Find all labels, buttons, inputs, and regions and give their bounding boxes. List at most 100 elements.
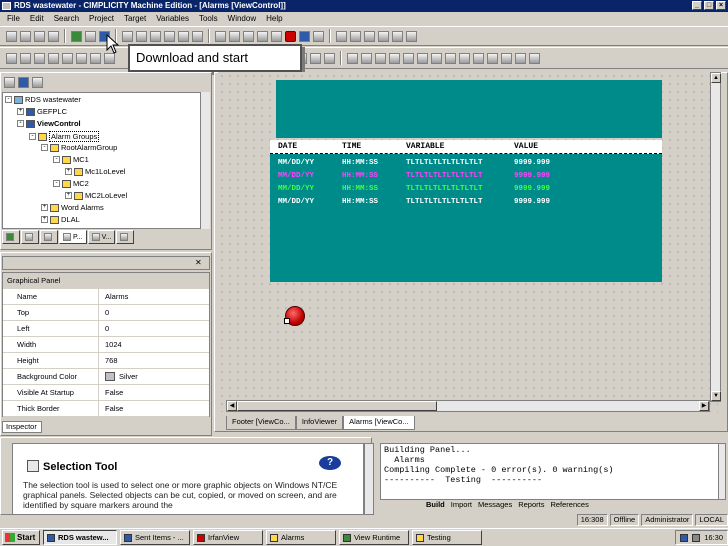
validate-icon[interactable] xyxy=(71,30,82,42)
copy-icon[interactable] xyxy=(136,30,147,42)
menu-tools[interactable]: Tools xyxy=(194,14,223,23)
download-icon[interactable] xyxy=(85,30,96,42)
tree-item-mc2lolevel[interactable]: + MC2LoLevel xyxy=(65,191,127,200)
nav-help-icon[interactable] xyxy=(32,76,43,88)
space-vert-icon[interactable] xyxy=(310,52,321,64)
image-icon[interactable] xyxy=(243,30,254,42)
property-row[interactable]: Width 1024 xyxy=(3,337,209,353)
home-icon[interactable] xyxy=(364,30,375,42)
minimize-button[interactable]: _ xyxy=(692,1,702,10)
taskbar-item-testing[interactable]: Testing xyxy=(412,530,482,545)
canvas-horizontal-scrollbar[interactable]: ◀ ▶ xyxy=(226,400,710,412)
taskbar-item-alarms[interactable]: Alarms xyxy=(266,530,336,545)
new-project-icon[interactable] xyxy=(6,30,17,42)
menu-search[interactable]: Search xyxy=(49,14,84,23)
polygon-tool-icon[interactable] xyxy=(403,52,414,64)
same-size-icon[interactable] xyxy=(324,52,335,64)
tree-scrollbar[interactable] xyxy=(200,92,210,229)
slider-tool-icon[interactable] xyxy=(515,52,526,64)
align-bottom-icon[interactable] xyxy=(76,52,87,64)
property-row[interactable]: Top 0 xyxy=(3,305,209,321)
delete-icon[interactable] xyxy=(164,30,175,42)
tab-project[interactable]: P... xyxy=(59,230,87,244)
menu-window[interactable]: Window xyxy=(223,14,261,23)
forward-arrow-icon[interactable] xyxy=(350,30,361,42)
selection-handle[interactable] xyxy=(284,318,290,324)
tab-navigator-1[interactable] xyxy=(2,230,20,244)
property-row[interactable]: Height 768 xyxy=(3,353,209,369)
arc-tool-icon[interactable] xyxy=(417,52,428,64)
bitmap-tool-icon[interactable] xyxy=(459,52,470,64)
menu-project[interactable]: Project xyxy=(84,14,119,23)
inspector-tab[interactable]: Inspector xyxy=(2,421,42,433)
help-question-icon[interactable]: ? xyxy=(319,456,341,470)
alarm-tool-icon[interactable] xyxy=(473,52,484,64)
open-project-icon[interactable] xyxy=(20,30,31,42)
network-icon[interactable] xyxy=(680,533,689,542)
text-tool-icon[interactable] xyxy=(431,52,442,64)
tab-infoviewer[interactable]: InfoViewer xyxy=(295,416,344,430)
tree-item-project[interactable]: - RDS wastewater xyxy=(5,95,81,104)
undo-icon[interactable] xyxy=(178,30,189,42)
tree-item-viewcontrol[interactable]: - ViewControl xyxy=(17,119,81,128)
redo-icon[interactable] xyxy=(192,30,203,42)
group-icon[interactable] xyxy=(90,52,101,64)
tab-footer[interactable]: Footer [ViewCo... xyxy=(226,416,296,430)
close-button[interactable]: × xyxy=(716,1,726,10)
tree-item-mc1lolevel[interactable]: + Mc1LoLevel xyxy=(65,167,125,176)
inspector-close-icon[interactable]: ✕ xyxy=(195,258,205,268)
tab-navigator-3[interactable] xyxy=(40,230,58,244)
taskbar-item-view-runtime[interactable]: View Runtime xyxy=(339,530,409,545)
tab-help[interactable] xyxy=(116,230,135,244)
tag-icon[interactable] xyxy=(271,30,282,42)
help-scrollbar[interactable] xyxy=(364,443,374,515)
tree-item-word-alarms[interactable]: + Word Alarms xyxy=(41,203,104,212)
property-row[interactable]: Visible At Startup False xyxy=(3,385,209,401)
run-icon[interactable] xyxy=(299,30,310,42)
tree-item-mc1[interactable]: - MC1 xyxy=(53,155,89,164)
ungroup-icon[interactable] xyxy=(104,52,115,64)
help-icon[interactable] xyxy=(392,30,403,42)
tree-item-alarm-groups[interactable]: - Alarm Groups xyxy=(29,131,100,142)
trend-tool-icon[interactable] xyxy=(487,52,498,64)
property-row[interactable]: Background Color Silver xyxy=(3,369,209,385)
tab-import[interactable]: Import xyxy=(451,500,472,510)
align-left-icon[interactable] xyxy=(20,52,31,64)
maximize-button[interactable]: □ xyxy=(704,1,714,10)
properties-icon[interactable] xyxy=(406,30,417,42)
scroll-tool-icon[interactable] xyxy=(529,52,540,64)
output-scrollbar[interactable] xyxy=(718,443,726,500)
align-top-icon[interactable] xyxy=(62,52,73,64)
nav-view-icon[interactable] xyxy=(18,76,29,88)
alarm-header-panel[interactable] xyxy=(276,80,662,138)
start-button[interactable]: Start xyxy=(2,530,40,545)
star-icon[interactable] xyxy=(313,30,324,42)
property-row[interactable]: Left 0 xyxy=(3,321,209,337)
paste-icon[interactable] xyxy=(150,30,161,42)
canvas-vertical-scrollbar[interactable]: ▲ ▼ xyxy=(710,72,721,402)
stop-icon[interactable] xyxy=(285,30,296,42)
pointer-tool-icon[interactable] xyxy=(6,52,17,64)
line-tool-icon[interactable] xyxy=(375,52,386,64)
menu-variables[interactable]: Variables xyxy=(151,14,194,23)
nav-props-icon[interactable] xyxy=(4,76,15,88)
menu-help[interactable]: Help xyxy=(261,14,287,23)
menu-file[interactable]: File xyxy=(2,14,25,23)
polyline-tool-icon[interactable] xyxy=(389,52,400,64)
align-center-icon[interactable] xyxy=(34,52,45,64)
tab-navigator-2[interactable] xyxy=(21,230,39,244)
print-icon[interactable] xyxy=(48,30,59,42)
select-tool-icon[interactable] xyxy=(215,30,226,42)
tree-item-mc2[interactable]: - MC2 xyxy=(53,179,89,188)
save-icon[interactable] xyxy=(34,30,45,42)
menu-edit[interactable]: Edit xyxy=(25,14,49,23)
cut-icon[interactable] xyxy=(122,30,133,42)
refresh-icon[interactable] xyxy=(378,30,389,42)
tree-item-dlal[interactable]: + DLAL xyxy=(41,215,80,224)
property-row[interactable]: Thick Border False xyxy=(3,401,209,417)
grid-icon[interactable] xyxy=(257,30,268,42)
tab-reports[interactable]: Reports xyxy=(518,500,544,510)
tree-item-rootalarmgroup[interactable]: - RootAlarmGroup xyxy=(41,143,117,152)
taskbar-item-sent-items[interactable]: Sent Items - ... xyxy=(120,530,190,545)
tab-messages[interactable]: Messages xyxy=(478,500,512,510)
